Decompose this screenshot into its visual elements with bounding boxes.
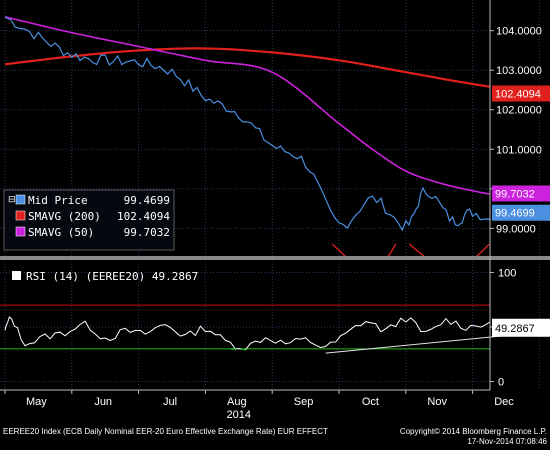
price-y-tick-label: 102.0000 <box>496 105 542 117</box>
x-year-label: 2014 <box>227 409 251 421</box>
x-tick-label: Sep <box>294 396 314 408</box>
footer-description: EEREE20 Index (ECB Daily Nominal EER-20 … <box>3 427 328 436</box>
legend-swatch <box>15 194 26 205</box>
rsi-line <box>4 316 490 351</box>
price-y-tick-label: 104.0000 <box>496 26 542 38</box>
sma50-line <box>4 16 490 195</box>
footer-copyright: Copyright© 2014 Bloomberg Finance L.P. <box>399 427 547 436</box>
legends: Mid Price 99.4699 SMAVG (200) 102.4094 SMAVG… <box>3 189 198 283</box>
legend-label: SMAVG (200) <box>28 210 101 223</box>
legend-value: 102.4094 <box>117 210 170 223</box>
rsi-series-group <box>4 316 490 351</box>
rsi-last-tag-text: 49.2867 <box>495 323 535 335</box>
rsi-oversold-fill <box>240 348 246 351</box>
x-tick-label: Oct <box>362 396 379 408</box>
annotation-arc <box>408 243 490 256</box>
rsi-legend-label: RSI (14) (EEREE20) 49.2867 <box>26 270 198 283</box>
sma50-last-tag-text: 99.7032 <box>495 188 535 200</box>
legend-swatch <box>15 210 26 221</box>
bloomberg-chart: 104.0000103.0000102.0000101.0000100.0000… <box>0 0 550 421</box>
legend-label: Mid Price <box>28 194 88 207</box>
x-tick-label: Dec <box>494 396 514 408</box>
x-tick-label: Nov <box>427 396 447 408</box>
mid-price-last-tag-text: 99.4699 <box>495 208 535 220</box>
x-tick-label: Jul <box>163 396 177 408</box>
rsi-y-tick-label: 100 <box>498 267 516 279</box>
legend-swatch <box>15 226 26 237</box>
x-tick-label: Aug <box>227 396 247 408</box>
sma200-last-tag-text: 102.4094 <box>495 89 541 101</box>
chart-footer: EEREE20 Index (ECB Daily Nominal EER-20 … <box>0 424 550 450</box>
legend-label: SMAVG (50) <box>28 226 94 239</box>
rsi-legend-swatch <box>12 271 21 280</box>
price-y-tick-label: 103.0000 <box>496 65 542 77</box>
price-y-tick-label: 99.0000 <box>496 223 536 235</box>
legend-value: 99.4699 <box>124 194 170 207</box>
footer-timestamp: 17-Nov-2014 07:08:46 <box>467 437 547 446</box>
x-tick-label: Jun <box>94 396 112 408</box>
price-y-tick-label: 101.0000 <box>496 144 542 156</box>
annotation-arc <box>331 243 397 256</box>
legend-expand-glyph: ⊟ <box>8 194 16 204</box>
legend-value: 99.7032 <box>124 226 170 239</box>
rsi-y-tick-label: 0 <box>498 377 504 389</box>
x-tick-label: May <box>26 396 47 408</box>
